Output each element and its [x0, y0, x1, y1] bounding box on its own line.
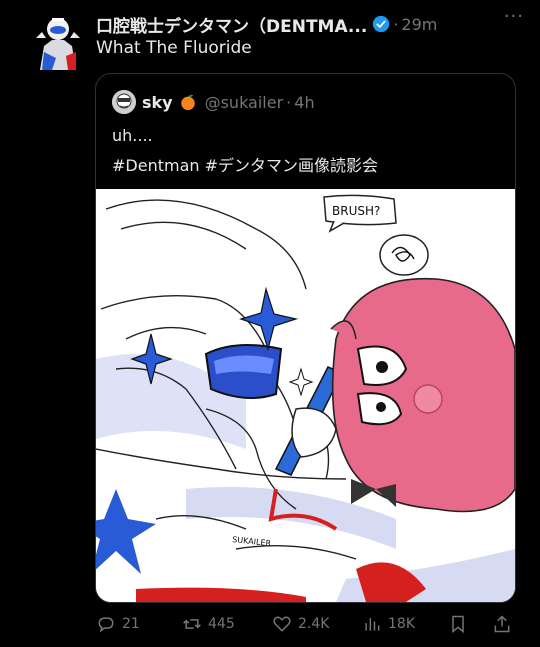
speech-bubble-text: BRUSH? [332, 204, 380, 218]
separator-dot: · [286, 92, 292, 112]
tweet-timestamp[interactable]: 29m [401, 15, 437, 34]
quoted-author-avatar[interactable] [112, 90, 136, 114]
separator-dot: · [393, 14, 399, 34]
share-button[interactable] [492, 610, 518, 638]
repost-count: 445 [208, 616, 235, 632]
tweet-action-bar: 21 445 2.4K 18K [96, 610, 522, 638]
like-button[interactable]: 2.4K [272, 610, 329, 638]
views-button[interactable]: 18K [362, 610, 415, 638]
quoted-text-line-1: uh.... [112, 126, 153, 145]
quoted-author-name[interactable]: sky [142, 93, 173, 112]
quoted-text-line-2[interactable]: #Dentman #デンタマン画像読影会 [112, 152, 378, 176]
quoted-tweet-image[interactable]: BRUSH? SUKAILER [96, 189, 515, 602]
bookmark-button[interactable] [448, 610, 474, 638]
quoted-author-handle[interactable]: @sukailer [205, 93, 284, 112]
quoted-timestamp[interactable]: 4h [294, 93, 314, 112]
quoted-tweet-header: sky @sukailer · 4h [112, 90, 315, 114]
reply-count: 21 [122, 616, 140, 632]
heart-icon [273, 616, 291, 632]
author-name[interactable]: 口腔戦士デンタマン（DENTMA... [96, 12, 367, 37]
quoted-tweet-card[interactable]: sky @sukailer · 4h uh.... #Dentman #デンタマ… [95, 73, 516, 603]
orange-emoji-icon [180, 94, 195, 111]
more-options-icon[interactable]: ··· [504, 6, 524, 27]
tweet-header: 口腔戦士デンタマン（DENTMA... · 29m [96, 12, 530, 37]
author-avatar[interactable] [30, 12, 86, 72]
reply-button[interactable]: 21 [96, 610, 140, 638]
verified-badge-icon [373, 15, 390, 33]
repost-button[interactable]: 445 [182, 610, 235, 638]
views-chart-icon [365, 618, 380, 631]
like-count: 2.4K [298, 616, 330, 632]
tweet-text: What The Fluoride [96, 38, 252, 58]
reply-icon [98, 617, 114, 633]
bookmark-icon [452, 615, 464, 634]
views-count: 18K [388, 616, 415, 632]
share-icon [494, 615, 510, 633]
repost-icon [183, 619, 201, 629]
